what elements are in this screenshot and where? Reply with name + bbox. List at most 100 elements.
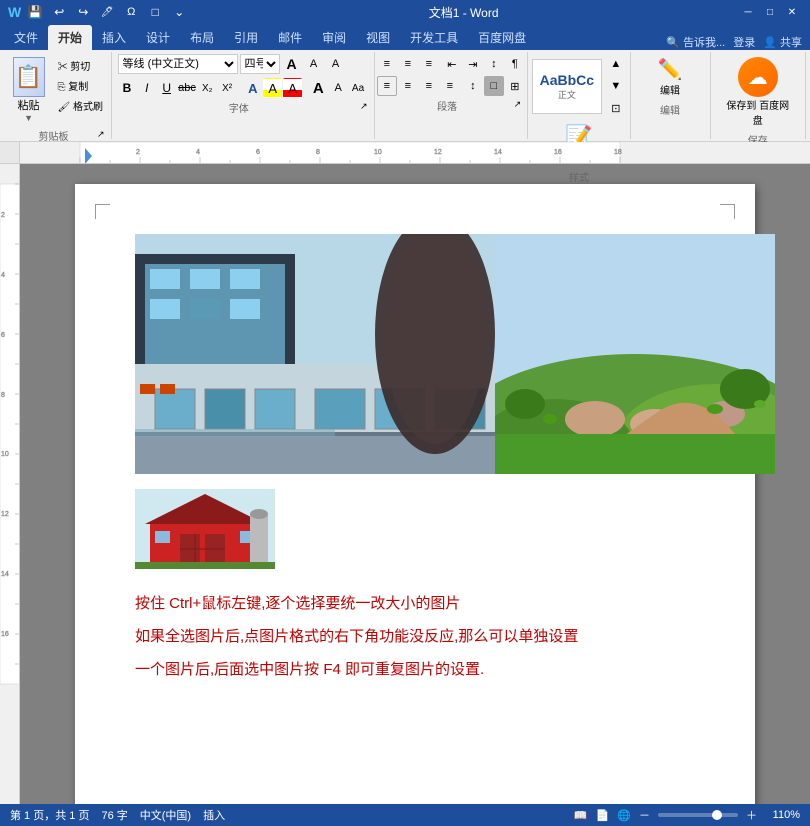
sort-btn[interactable]: ↕ bbox=[484, 54, 504, 74]
tab-view[interactable]: 视图 bbox=[356, 25, 400, 50]
svg-text:10: 10 bbox=[1, 451, 9, 458]
align-left-btn[interactable]: ≡ bbox=[377, 76, 397, 96]
size-up-btn[interactable]: A bbox=[309, 78, 328, 98]
borders-btn[interactable]: ⊞ bbox=[505, 76, 525, 96]
tab-references[interactable]: 引用 bbox=[224, 25, 268, 50]
ruler-corner[interactable] bbox=[0, 142, 20, 164]
subscript-button[interactable]: X₂ bbox=[198, 78, 217, 98]
superscript-button[interactable]: X² bbox=[218, 78, 237, 98]
copy-button[interactable]: ⎘ 复制 bbox=[54, 76, 107, 95]
font-size-select[interactable]: 四号 bbox=[240, 54, 280, 74]
italic-button[interactable]: I bbox=[137, 78, 156, 98]
document-page: 按住 Ctrl+鼠标左键,逐个选择要统一改大小的图片 如果全选图片后,点图片格式… bbox=[75, 184, 755, 804]
building-image[interactable] bbox=[135, 234, 495, 474]
styles-group: AaBbCc 正文 ▲ ▼ ⊡ 📝 样式 样式 bbox=[528, 52, 630, 139]
increase-indent-btn[interactable]: ⇥ bbox=[463, 54, 483, 74]
font-label: 字体 bbox=[118, 100, 360, 115]
show-marks-btn[interactable]: ¶ bbox=[505, 54, 525, 74]
bullets-btn[interactable]: ≡ bbox=[377, 54, 397, 74]
main-area: 2 4 6 8 10 12 14 16 18 bbox=[0, 142, 810, 804]
decrease-indent-btn[interactable]: ⇤ bbox=[442, 54, 462, 74]
styles-down-btn[interactable]: ▼ bbox=[606, 76, 626, 96]
window-btn[interactable]: □ bbox=[145, 2, 165, 22]
editing-btn[interactable]: ✏️ 编辑 bbox=[653, 54, 688, 100]
change-case-btn[interactable]: Aa bbox=[349, 78, 368, 98]
tell-me-btn[interactable]: 🔍 告诉我... bbox=[666, 34, 725, 50]
zoom-level[interactable]: 110% bbox=[765, 809, 800, 821]
horizontal-ruler-area: 2 4 6 8 10 12 14 16 18 bbox=[0, 142, 810, 164]
tab-file[interactable]: 文件 bbox=[4, 25, 48, 50]
tab-baidu[interactable]: 百度网盘 bbox=[468, 25, 536, 50]
numbering-btn[interactable]: ≡ bbox=[398, 54, 418, 74]
close-btn[interactable]: ✕ bbox=[782, 4, 802, 20]
minimize-btn[interactable]: ─ bbox=[738, 4, 758, 20]
status-left: 第 1 页，共 1 页 76 字 中文(中国) 插入 bbox=[10, 807, 225, 823]
paste-dropdown[interactable]: ▼ bbox=[24, 113, 33, 123]
decrease-font-btn[interactable]: A bbox=[304, 54, 324, 74]
doc-instructions: 按住 Ctrl+鼠标左键,逐个选择要统一改大小的图片 如果全选图片后,点图片格式… bbox=[135, 587, 695, 686]
justify-btn[interactable]: ≡ bbox=[440, 76, 460, 96]
landscape-image[interactable] bbox=[495, 234, 775, 474]
zoom-in-btn[interactable]: ＋ bbox=[746, 807, 757, 823]
clipboard-label: 剪贴板 bbox=[10, 128, 97, 143]
view-print-btn[interactable]: 📄 bbox=[596, 809, 610, 822]
tab-design[interactable]: 设计 bbox=[136, 25, 180, 50]
svg-text:4: 4 bbox=[1, 272, 5, 279]
font-name-select[interactable]: 等线 (中文正文) bbox=[118, 54, 238, 74]
styles-preview[interactable]: AaBbCc 正文 bbox=[532, 59, 602, 114]
strikethrough-button[interactable]: abc bbox=[177, 78, 197, 98]
share-btn[interactable]: 👤 共享 bbox=[763, 34, 802, 50]
view-web-btn[interactable]: 🌐 bbox=[617, 809, 631, 822]
undo-btn[interactable]: ↩ bbox=[49, 2, 69, 22]
save-baidu-btn[interactable]: ☁ 保存到 百度网盘 bbox=[717, 54, 799, 130]
clear-format-btn[interactable]: A bbox=[326, 54, 346, 74]
more-qat-btn[interactable]: ⌄ bbox=[169, 2, 189, 22]
tab-review[interactable]: 审阅 bbox=[312, 25, 356, 50]
svg-text:14: 14 bbox=[1, 571, 9, 578]
image-row bbox=[135, 234, 695, 474]
font-expand[interactable]: ↗ bbox=[360, 101, 368, 112]
document-scroll[interactable]: 按住 Ctrl+鼠标左键,逐个选择要统一改大小的图片 如果全选图片后,点图片格式… bbox=[20, 164, 810, 804]
redo-btn[interactable]: ↪ bbox=[73, 2, 93, 22]
tab-layout[interactable]: 布局 bbox=[180, 25, 224, 50]
format-painter-button[interactable]: 🖌 格式刷 bbox=[54, 96, 107, 115]
cut-button[interactable]: ✂ 剪切 bbox=[54, 56, 107, 75]
clipboard-label-row: 剪贴板 ↗ bbox=[10, 126, 105, 143]
increase-font-btn[interactable]: A bbox=[282, 54, 302, 74]
tab-developer[interactable]: 开发工具 bbox=[400, 25, 468, 50]
paste-button[interactable]: 📋 粘贴 ▼ bbox=[8, 54, 50, 126]
tab-home[interactable]: 开始 bbox=[48, 25, 92, 50]
font-color-btn[interactable]: A bbox=[283, 78, 302, 98]
size-down-btn[interactable]: A bbox=[329, 78, 348, 98]
doc-text-line1: 按住 Ctrl+鼠标左键,逐个选择要统一改大小的图片 bbox=[135, 587, 695, 620]
save-qat-btn[interactable]: 💾 bbox=[25, 2, 45, 22]
multilevel-btn[interactable]: ≡ bbox=[419, 54, 439, 74]
text-effect-btn[interactable]: A bbox=[243, 78, 262, 98]
tab-mailings[interactable]: 邮件 bbox=[268, 25, 312, 50]
styles-more-btn[interactable]: ⊡ bbox=[606, 98, 626, 118]
quick-access-toolbar: 💾 ↩ ↪ 🖊 Ω □ ⌄ bbox=[25, 2, 189, 22]
shading-btn[interactable]: □ bbox=[484, 76, 504, 96]
omega-btn[interactable]: Ω bbox=[121, 2, 141, 22]
line-spacing-btn[interactable]: ↕ bbox=[463, 76, 483, 96]
login-btn[interactable]: 登录 bbox=[733, 34, 755, 50]
paste-label: 粘贴 bbox=[18, 97, 40, 113]
align-center-btn[interactable]: ≡ bbox=[398, 76, 418, 96]
maximize-btn[interactable]: □ bbox=[760, 4, 780, 20]
zoom-out-btn[interactable]: － bbox=[639, 807, 650, 823]
tab-insert[interactable]: 插入 bbox=[92, 25, 136, 50]
text-highlight-btn[interactable]: A bbox=[263, 78, 282, 98]
styles-nav: ▲ ▼ ⊡ bbox=[606, 54, 626, 118]
barn-image[interactable] bbox=[135, 489, 695, 572]
touch-btn[interactable]: 🖊 bbox=[97, 2, 117, 22]
underline-button[interactable]: U bbox=[157, 78, 176, 98]
bold-button[interactable]: B bbox=[118, 78, 137, 98]
view-read-btn[interactable]: 📖 bbox=[574, 809, 588, 822]
para-expand[interactable]: ↗ bbox=[514, 99, 522, 110]
insert-mode[interactable]: 插入 bbox=[203, 807, 225, 823]
zoom-slider[interactable] bbox=[658, 813, 738, 817]
svg-text:4: 4 bbox=[196, 149, 200, 156]
styles-up-btn[interactable]: ▲ bbox=[606, 54, 626, 74]
align-right-btn[interactable]: ≡ bbox=[419, 76, 439, 96]
clipboard-expand[interactable]: ↗ bbox=[97, 129, 105, 140]
